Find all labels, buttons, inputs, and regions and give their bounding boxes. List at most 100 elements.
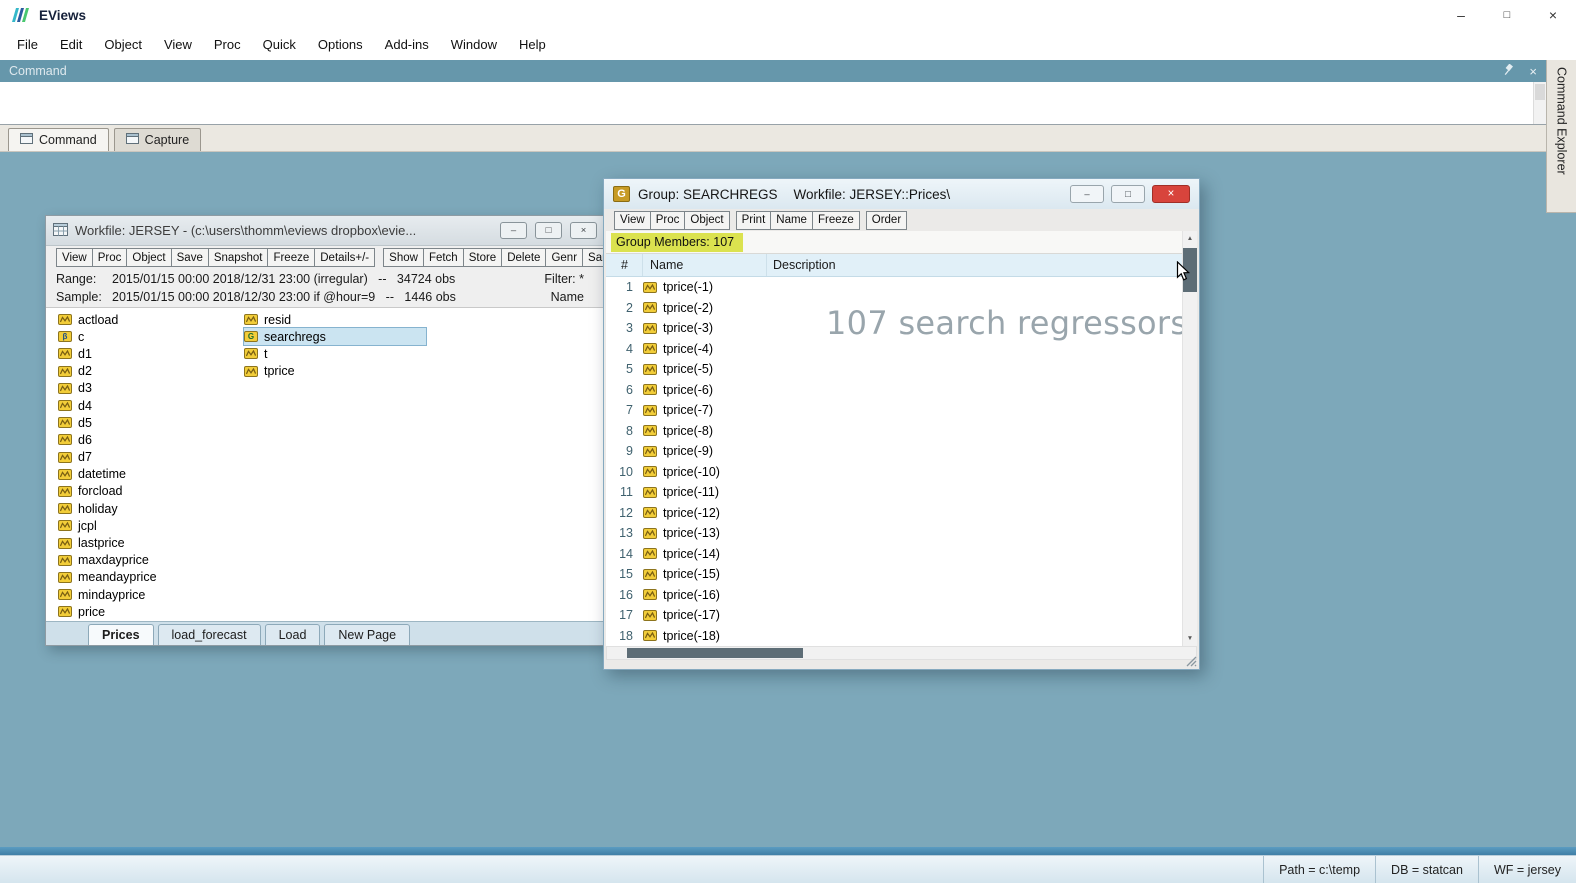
page-tab[interactable]: load_forecast: [157, 624, 261, 645]
workfile-object[interactable]: d2: [58, 363, 244, 380]
workfile-object[interactable]: holiday: [58, 500, 244, 517]
menu-item[interactable]: Help: [508, 30, 557, 60]
command-scrollbar-thumb[interactable]: [1535, 84, 1545, 100]
workfile-object[interactable]: lastprice: [58, 534, 244, 551]
group-toolbar-button[interactable]: Print: [735, 210, 772, 230]
workfile-object[interactable]: actload: [58, 311, 244, 328]
page-tab[interactable]: New Page: [324, 624, 411, 645]
workfile-toolbar-button[interactable]: Snapshot: [207, 248, 269, 267]
menu-item[interactable]: Edit: [49, 30, 93, 60]
group-toolbar-button[interactable]: Order: [865, 210, 908, 230]
workfile-toolbar-button[interactable]: Genr: [545, 248, 584, 267]
command-tab[interactable]: Command: [8, 128, 109, 151]
column-header-num[interactable]: #: [606, 254, 643, 276]
group-toolbar-button[interactable]: Name: [770, 210, 813, 230]
group-minimize-button[interactable]: –: [1070, 185, 1104, 203]
workfile-toolbar-button[interactable]: Show: [383, 248, 424, 267]
command-explorer-tab[interactable]: Command Explorer: [1546, 60, 1576, 213]
workfile-toolbar-button[interactable]: Delete: [501, 248, 547, 267]
column-header-description[interactable]: Description: [767, 258, 1182, 272]
resize-grip[interactable]: [1186, 656, 1198, 668]
workfile-object[interactable]: t: [244, 345, 604, 362]
menu-item[interactable]: File: [6, 30, 49, 60]
workfile-object[interactable]: d3: [58, 380, 244, 397]
workfile-object[interactable]: resid: [244, 311, 604, 328]
menu-item[interactable]: Options: [307, 30, 374, 60]
scroll-up-icon[interactable]: ▲: [1183, 231, 1197, 246]
window-maximize-button[interactable]: □: [1484, 0, 1530, 30]
workfile-toolbar-button[interactable]: Sample: [582, 248, 604, 267]
workfile-titlebar[interactable]: Workfile: JERSEY - (c:\users\thomm\eview…: [46, 216, 604, 246]
page-tab[interactable]: Prices: [88, 624, 154, 645]
group-member-row[interactable]: 6 tprice(-6): [606, 380, 1182, 401]
workfile-object[interactable]: tprice: [244, 363, 604, 380]
workfile-object[interactable]: d4: [58, 397, 244, 414]
page-tab[interactable]: Load: [264, 624, 321, 645]
workfile-object[interactable]: d7: [58, 449, 244, 466]
command-input[interactable]: [0, 82, 1546, 125]
menu-item[interactable]: Object: [93, 30, 153, 60]
workfile-object[interactable]: datetime: [58, 466, 244, 483]
group-member-row[interactable]: 7 tprice(-7): [606, 400, 1182, 421]
workfile-object[interactable]: maxdayprice: [58, 552, 244, 569]
column-header-name[interactable]: Name: [643, 254, 767, 276]
group-toolbar-button[interactable]: Proc: [649, 210, 686, 230]
horizontal-scrollbar[interactable]: [606, 646, 1197, 660]
status-path[interactable]: Path = c:\temp: [1263, 856, 1375, 883]
command-scrollbar[interactable]: [1533, 82, 1546, 124]
group-member-row[interactable]: 10 tprice(-10): [606, 462, 1182, 483]
menu-item[interactable]: View: [153, 30, 203, 60]
group-member-row[interactable]: 12 tprice(-12): [606, 503, 1182, 524]
group-toolbar-button[interactable]: Object: [684, 210, 730, 230]
command-tab[interactable]: Capture: [113, 128, 202, 151]
scroll-down-icon[interactable]: ▼: [1183, 631, 1197, 646]
group-member-row[interactable]: 14 tprice(-14): [606, 544, 1182, 565]
workfile-minimize-button[interactable]: –: [500, 222, 527, 239]
workfile-toolbar-button[interactable]: Save: [170, 248, 209, 267]
workfile-object[interactable]: price: [58, 603, 244, 620]
workfile-toolbar-button[interactable]: Fetch: [422, 248, 464, 267]
workfile-object[interactable]: G searchregs: [243, 327, 427, 347]
group-member-row[interactable]: 8 tprice(-8): [606, 421, 1182, 442]
menu-item[interactable]: Proc: [203, 30, 252, 60]
group-member-row[interactable]: 17 tprice(-17): [606, 605, 1182, 626]
workfile-toolbar-button[interactable]: Details+/-: [314, 248, 376, 267]
workfile-object[interactable]: meandayprice: [58, 569, 244, 586]
group-member-row[interactable]: 5 tprice(-5): [606, 359, 1182, 380]
horizontal-scrollbar-thumb[interactable]: [627, 648, 803, 658]
command-close-icon[interactable]: ×: [1529, 64, 1537, 79]
workfile-toolbar-button[interactable]: Freeze: [267, 248, 316, 267]
workfile-object[interactable]: forcload: [58, 483, 244, 500]
workfile-toolbar-button[interactable]: Store: [462, 248, 503, 267]
group-member-row[interactable]: 16 tprice(-16): [606, 585, 1182, 606]
pin-icon[interactable]: [1503, 63, 1514, 79]
workfile-object[interactable]: d1: [58, 345, 244, 362]
workfile-object[interactable]: d6: [58, 431, 244, 448]
group-member-row[interactable]: 18 tprice(-18): [606, 626, 1182, 647]
workfile-object[interactable]: mindayprice: [58, 586, 244, 603]
status-db[interactable]: DB = statcan: [1375, 856, 1478, 883]
workfile-object[interactable]: jcpl: [58, 517, 244, 534]
group-toolbar-button[interactable]: View: [614, 210, 651, 230]
group-member-row[interactable]: 15 tprice(-15): [606, 564, 1182, 585]
group-member-row[interactable]: 9 tprice(-9): [606, 441, 1182, 462]
group-member-row[interactable]: 11 tprice(-11): [606, 482, 1182, 503]
group-member-row[interactable]: 13 tprice(-13): [606, 523, 1182, 544]
vertical-scrollbar[interactable]: ▲ ▼: [1182, 231, 1197, 646]
status-wf[interactable]: WF = jersey: [1477, 856, 1576, 883]
menu-item[interactable]: Add-ins: [374, 30, 440, 60]
workfile-toolbar-button[interactable]: Proc: [91, 248, 128, 267]
workfile-toolbar-button[interactable]: Object: [126, 248, 172, 267]
window-close-button[interactable]: ×: [1530, 0, 1576, 30]
group-member-row[interactable]: 1 tprice(-1): [606, 277, 1182, 298]
window-minimize-button[interactable]: –: [1438, 0, 1484, 30]
group-close-button[interactable]: ×: [1152, 185, 1190, 203]
menu-item[interactable]: Window: [440, 30, 508, 60]
workfile-object[interactable]: β c: [58, 328, 244, 345]
menu-item[interactable]: Quick: [252, 30, 307, 60]
workfile-close-button[interactable]: ×: [570, 222, 597, 239]
workfile-toolbar-button[interactable]: View: [56, 248, 93, 267]
workfile-object[interactable]: d5: [58, 414, 244, 431]
group-toolbar-button[interactable]: Freeze: [811, 210, 860, 230]
workfile-restore-button[interactable]: □: [535, 222, 562, 239]
